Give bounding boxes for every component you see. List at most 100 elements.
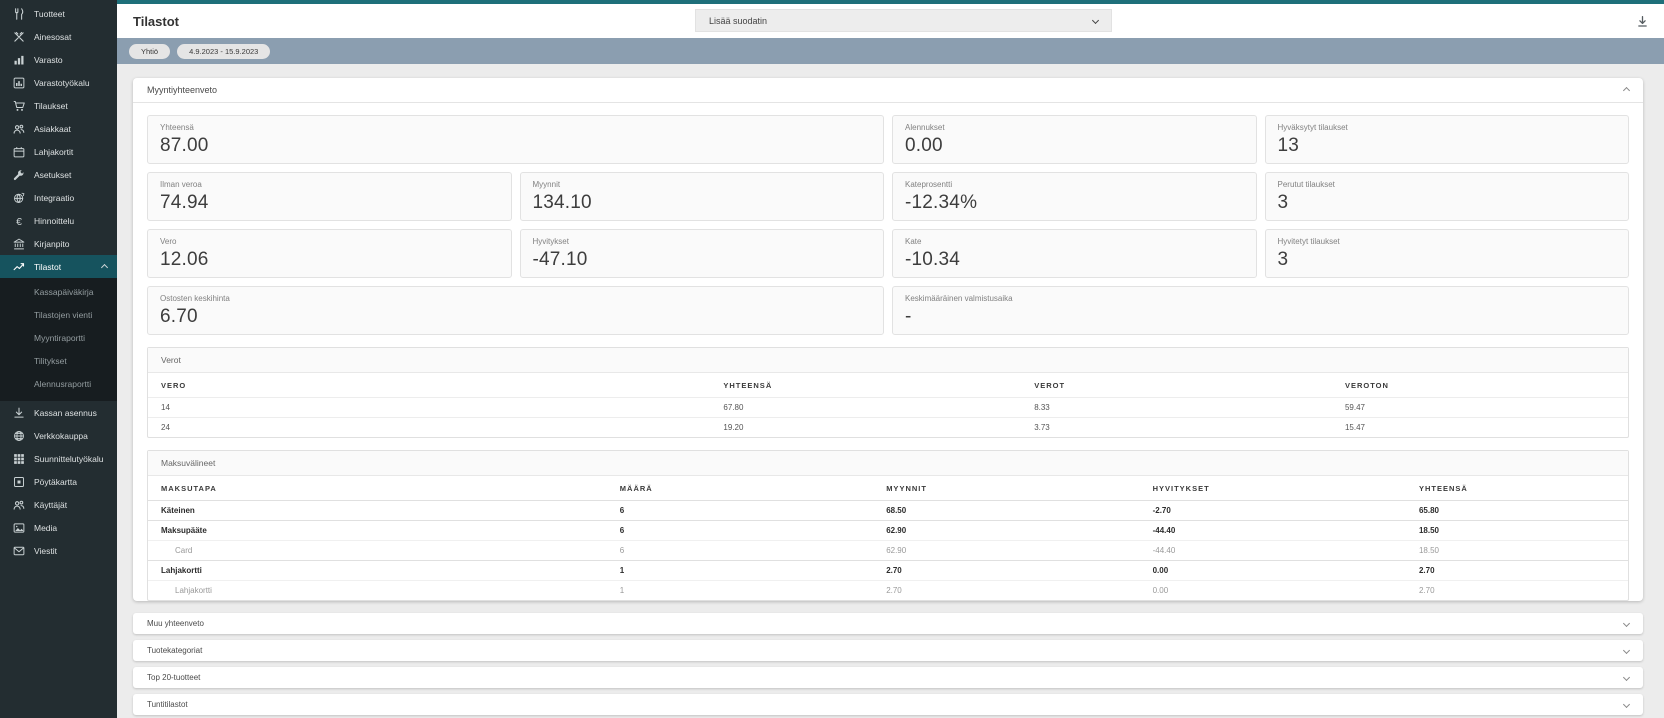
cell: 8.33 — [1021, 397, 1332, 418]
sidebar-item-label: Kirjanpito — [34, 238, 70, 249]
download-button[interactable] — [1634, 13, 1650, 29]
submenu-item-alennusraportti[interactable]: Alennusraportti — [0, 373, 117, 396]
sidebar-item-kassan-asennus[interactable]: Kassan asennus — [0, 401, 117, 424]
section-label: Muu yhteenveto — [147, 619, 204, 628]
chart-box-icon — [12, 77, 25, 89]
sales-summary-title: Myyntiyhteenveto — [147, 85, 218, 95]
stat-value: -47.10 — [532, 249, 588, 270]
sidebar-item-varasto[interactable]: Varasto — [0, 48, 117, 71]
sidebar-item-kayttajat[interactable]: Käyttäjät — [0, 493, 117, 516]
sales-summary-panel: Myyntiyhteenveto Yhteensä 87.00 Alennuks… — [133, 78, 1643, 601]
sidebar-item-tilaukset[interactable]: Tilaukset — [0, 94, 117, 117]
bar-chart-icon — [12, 54, 25, 66]
section-label: Tuotekategoriat — [147, 646, 203, 655]
sidebar-item-kirjanpito[interactable]: Kirjanpito — [0, 232, 117, 255]
chevron-down-icon — [1622, 646, 1631, 655]
stat-label: Ilman veroa — [160, 180, 202, 189]
crossed-utensils-icon — [12, 31, 25, 43]
sidebar-item-label: Asiakkaat — [34, 123, 71, 134]
sidebar-item-integraatio[interactable]: Integraatio — [0, 186, 117, 209]
stat-value: 13 — [1277, 135, 1300, 156]
sidebar-item-tilastot[interactable]: Tilastot — [0, 255, 117, 278]
column-header: YHTEENSÄ — [723, 381, 773, 390]
chevron-down-icon — [1622, 619, 1631, 628]
cell: Lahjakortti — [148, 580, 607, 600]
download-icon — [1637, 15, 1647, 27]
section-tuotekategoriat[interactable]: Tuotekategoriat — [133, 640, 1643, 661]
sidebar-item-asiakkaat[interactable]: Asiakkaat — [0, 117, 117, 140]
sidebar-item-label: Ainesosat — [34, 31, 72, 42]
media-icon — [12, 522, 25, 534]
sidebar-item-varastotyokalu[interactable]: Varastotyökalu — [0, 71, 117, 94]
stat-value: 0.00 — [905, 135, 943, 156]
cell: 68.50 — [873, 500, 1140, 521]
cell: 62.90 — [873, 520, 1140, 541]
tilastot-submenu: Kassapäiväkirja Tilastojen vienti Myynti… — [0, 278, 117, 401]
submenu-item-tilitykset[interactable]: Tilitykset — [0, 350, 117, 373]
cell: 0.00 — [1139, 560, 1406, 581]
stat-value: 87.00 — [160, 135, 209, 156]
sidebar-item-poytakartta[interactable]: Pöytäkartta — [0, 470, 117, 493]
column-header: HYVITYKSET — [1152, 484, 1210, 493]
add-filter-label: Lisää suodatin — [709, 15, 768, 26]
cell: 0.00 — [1139, 580, 1406, 600]
add-filter-dropdown[interactable]: Lisää suodatin — [695, 9, 1112, 32]
column-header: VEROTON — [1344, 381, 1389, 390]
app-root: Tuotteet Ainesosat Varasto Varastotyökal… — [0, 0, 1664, 718]
stat-value: 134.10 — [532, 192, 592, 213]
cell: -44.40 — [1139, 540, 1406, 561]
cell: -44.40 — [1139, 520, 1406, 541]
globe-icon — [12, 430, 25, 442]
sidebar-item-label: Pöytäkartta — [34, 476, 77, 487]
sidebar-item-suunnittelutyokalu[interactable]: Suunnittelutyökalu — [0, 447, 117, 470]
cell: 62.90 — [873, 540, 1140, 561]
section-muu-yhteenveto[interactable]: Muu yhteenveto — [133, 613, 1643, 634]
stat-card-myynnit: Myynnit 134.10 — [519, 172, 884, 221]
sales-summary-header[interactable]: Myyntiyhteenveto — [133, 78, 1643, 103]
stat-value: - — [905, 306, 912, 327]
sidebar-item-label: Varastotyökalu — [34, 77, 90, 88]
sidebar-item-lahjakortit[interactable]: Lahjakortit — [0, 140, 117, 163]
sidebar-item-viestit[interactable]: Viestit — [0, 539, 117, 562]
table-row: 14 67.80 8.33 59.47 — [148, 397, 1628, 418]
sidebar-item-ainesosat[interactable]: Ainesosat — [0, 25, 117, 48]
stat-value: 74.94 — [160, 192, 209, 213]
stat-card-hyvitykset: Hyvitykset -47.10 — [519, 229, 884, 278]
submenu-item-myyntiraportti[interactable]: Myyntiraportti — [0, 327, 117, 350]
stat-card-kateprosentti: Kateprosentti -12.34% — [892, 172, 1257, 221]
stat-card-valmistusaika: Keskimääräinen valmistusaika - — [892, 286, 1629, 335]
stat-card-hyvaksytyt-tilaukset: Hyväksytyt tilaukset 13 — [1264, 115, 1629, 164]
cell: 2.70 — [873, 560, 1140, 581]
column-header: VERO — [161, 381, 187, 390]
page-title: Tilastot — [133, 13, 179, 29]
section-tuntitilastot[interactable]: Tuntitilastot — [133, 694, 1643, 715]
sidebar-item-tuotteet[interactable]: Tuotteet — [0, 2, 117, 25]
users-icon — [12, 499, 25, 511]
stat-label: Kate — [905, 237, 922, 246]
cell: 3.73 — [1021, 417, 1332, 437]
sidebar-item-label: Integraatio — [34, 192, 75, 203]
sidebar-item-verkkokauppa[interactable]: Verkkokauppa — [0, 424, 117, 447]
sidebar-item-media[interactable]: Media — [0, 516, 117, 539]
payments-table: MAKSUTAPA MÄÄRÄ MYYNNIT HYVITYKSET YHTEE… — [148, 476, 1628, 600]
filter-chip-daterange[interactable]: 4.9.2023 - 15.9.2023 — [177, 43, 271, 59]
wrench-icon — [12, 169, 25, 181]
sidebar-item-asetukset[interactable]: Asetukset — [0, 163, 117, 186]
cell: 18.50 — [1405, 520, 1628, 541]
sidebar-item-hinnoittelu[interactable]: € Hinnoittelu — [0, 209, 117, 232]
stat-value: -12.34% — [905, 192, 978, 213]
section-top-20-tuotteet[interactable]: Top 20-tuotteet — [133, 667, 1643, 688]
table-row: Lahjakortti 1 2.70 0.00 2.70 — [148, 560, 1628, 581]
table-row: Maksupääte 6 62.90 -44.40 18.50 — [148, 520, 1628, 541]
submenu-item-tilastojen-vienti[interactable]: Tilastojen vienti — [0, 304, 117, 327]
stat-label: Keskimääräinen valmistusaika — [905, 294, 1013, 303]
stat-value: 6.70 — [160, 306, 198, 327]
submenu-item-kassapaivakirja[interactable]: Kassapäiväkirja — [0, 281, 117, 304]
sidebar-item-label: Tuotteet — [34, 8, 65, 19]
cell: 18.50 — [1405, 540, 1628, 561]
cell: 14 — [148, 397, 711, 418]
stat-label: Alennukset — [905, 123, 945, 132]
filter-chip-company[interactable]: Yhtiö — [129, 43, 171, 59]
cell: 1 — [606, 580, 874, 600]
column-header: YHTEENSÄ — [1418, 484, 1468, 493]
